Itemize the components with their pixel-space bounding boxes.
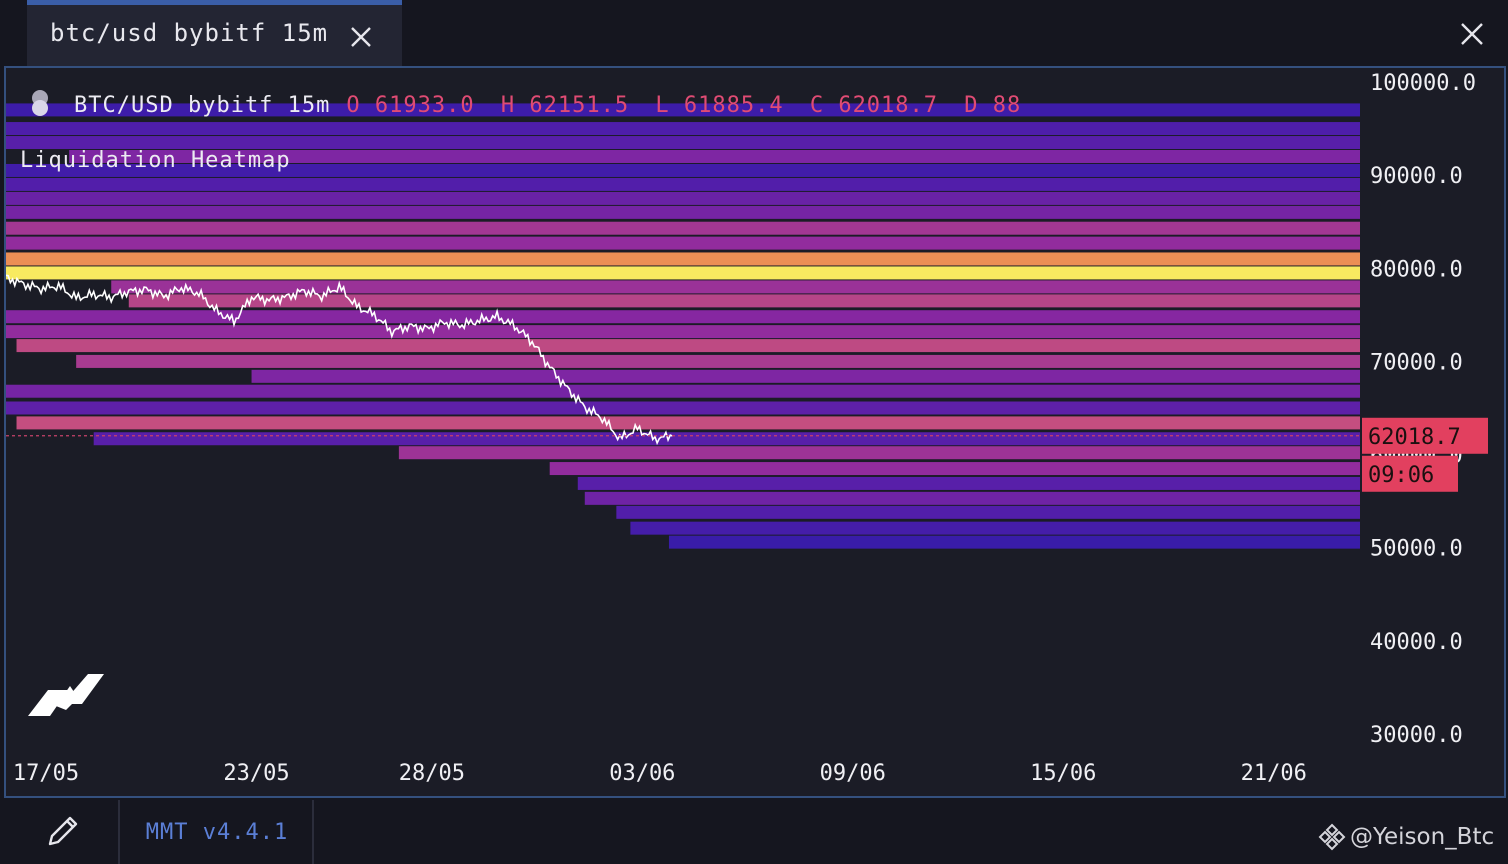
countdown-value: 09:06 <box>1368 463 1434 488</box>
heatmap-band <box>93 432 1360 446</box>
x-tick-label: 28/05 <box>399 761 465 786</box>
version-label: MMT v4.4.1 <box>122 800 314 864</box>
mmt-logo-icon <box>28 674 104 716</box>
watermark: @Yeison_Btc <box>1318 822 1494 852</box>
y-tick-label: 100000.0 <box>1370 71 1476 96</box>
drawing-tool-button[interactable] <box>0 800 120 864</box>
heatmap-band <box>16 416 1360 430</box>
heatmap-band <box>6 122 1360 136</box>
heatmap-band <box>6 266 1360 280</box>
heatmap-band <box>577 476 1360 490</box>
heatmap-band <box>584 491 1360 505</box>
y-tick-label: 50000.0 <box>1370 537 1463 562</box>
x-tick-label: 21/06 <box>1241 761 1307 786</box>
high-value: H 62151.5 <box>500 92 630 118</box>
heatmap-band <box>251 369 1360 383</box>
x-tick-label: 17/05 <box>13 761 79 786</box>
watermark-handle: @Yeison_Btc <box>1350 824 1495 850</box>
ohlc-values: O 61933.0 H 62151.5 L 61885.4 C 62018.7 … <box>346 93 1033 118</box>
x-tick-label: 23/05 <box>223 761 289 786</box>
y-tick-label: 30000.0 <box>1370 723 1463 748</box>
heatmap-band <box>6 384 1360 398</box>
symbol-label: BTC/USD bybitf 15m <box>74 92 331 118</box>
heatmap-band <box>6 401 1360 415</box>
heatmap-band <box>549 462 1360 476</box>
heatmap-band <box>398 446 1360 460</box>
window-close-icon[interactable] <box>1460 22 1484 46</box>
heatmap-band <box>6 310 1360 324</box>
open-value: O 61933.0 <box>346 92 475 118</box>
heatmap-band <box>6 191 1360 205</box>
heatmap-band <box>616 505 1360 519</box>
y-tick-label: 40000.0 <box>1370 630 1463 655</box>
ohlc-legend: BTC/USD bybitf 15m O 61933.0 H 62151.5 L… <box>30 90 1033 120</box>
last-price-value: 62018.7 <box>1368 425 1461 450</box>
heatmap-band <box>76 354 1361 368</box>
chart-panel[interactable]: 100000.090000.080000.070000.060000.05000… <box>4 66 1506 798</box>
heatmap-band <box>6 221 1360 235</box>
tab-btc-usd[interactable]: btc/usd bybitf 15m <box>27 0 402 66</box>
tab-label: btc/usd bybitf 15m <box>50 19 329 47</box>
close-icon[interactable] <box>349 25 373 49</box>
heatmap-chart[interactable]: 100000.090000.080000.070000.060000.05000… <box>6 68 1504 796</box>
low-value: L 61885.4 <box>655 92 784 118</box>
series-dots-icon[interactable] <box>30 90 50 120</box>
pencil-icon <box>48 816 78 846</box>
x-tick-label: 09/06 <box>820 761 886 786</box>
status-bar: MMT v4.4.1 @Yeison_Btc <box>0 800 1508 864</box>
heatmap-band <box>128 294 1361 308</box>
indicator-label[interactable]: Liquidation Heatmap <box>20 148 291 173</box>
heatmap-band <box>16 339 1360 353</box>
y-tick-label: 70000.0 <box>1370 350 1463 375</box>
heatmap-band <box>6 177 1360 191</box>
tab-bar: btc/usd bybitf 15m <box>0 0 1508 66</box>
binance-logo-icon <box>1318 823 1346 851</box>
heatmap-band <box>6 205 1360 219</box>
delta-value: D 88 <box>964 92 1022 118</box>
heatmap-band <box>630 521 1360 535</box>
y-tick-label: 90000.0 <box>1370 164 1463 189</box>
heatmap-band <box>6 325 1360 339</box>
close-value: C 62018.7 <box>809 92 939 118</box>
x-tick-label: 15/06 <box>1030 761 1096 786</box>
y-tick-label: 80000.0 <box>1370 257 1463 282</box>
x-tick-label: 03/06 <box>609 761 675 786</box>
heatmap-band <box>6 252 1360 266</box>
heatmap-band <box>6 236 1360 250</box>
heatmap-band <box>668 535 1360 549</box>
